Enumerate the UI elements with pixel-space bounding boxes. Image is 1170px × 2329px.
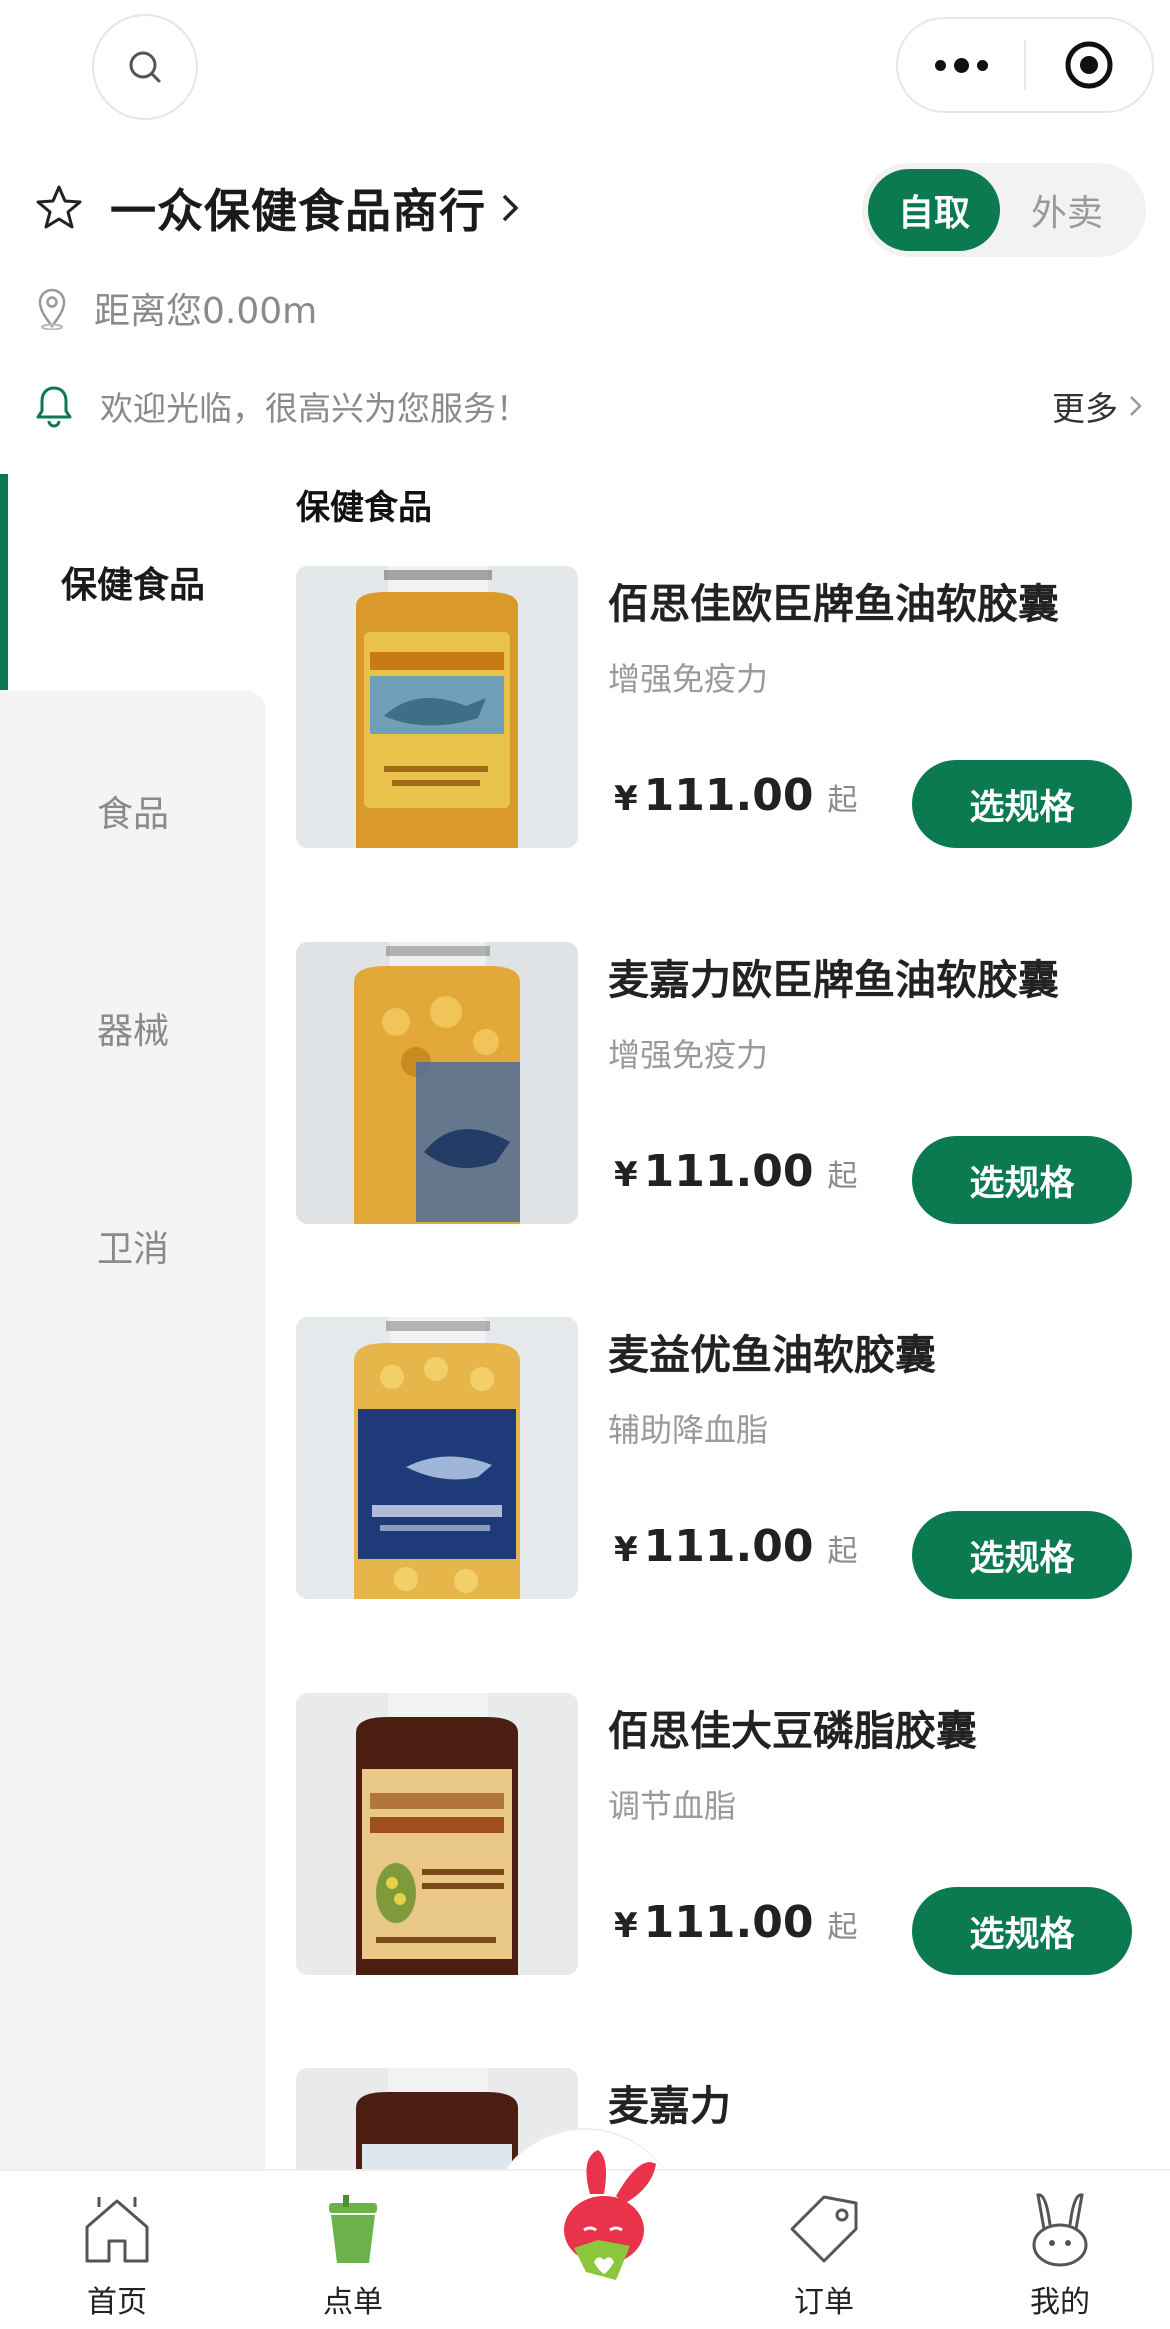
- product-image[interactable]: [296, 942, 578, 1224]
- distance-text: 距离您0.00m: [94, 291, 318, 332]
- price-suffix: 起: [827, 783, 858, 818]
- search-button[interactable]: [92, 14, 198, 120]
- price-amount: 111.00: [643, 1146, 814, 1197]
- fish-oil-bottle-image: [296, 566, 578, 848]
- store-header[interactable]: 一众保健食品商行: [34, 176, 522, 240]
- chevron-right-icon: [502, 194, 519, 222]
- lecithin-bottle-image: [296, 1693, 578, 1975]
- category-title: 保健食品: [296, 487, 432, 528]
- fish-oil-bottle-image: [296, 1317, 578, 1599]
- price-amount: 111.00: [643, 1897, 814, 1948]
- sidebar-item-food[interactable]: 食品: [0, 756, 266, 866]
- sidebar-item-health-food[interactable]: 保健食品: [0, 474, 266, 690]
- notice-text: 欢迎光临，很高兴为您服务！: [100, 389, 529, 428]
- fish-oil-bottle-image: [296, 942, 578, 1224]
- tab-profile[interactable]: 我的: [980, 2171, 1140, 2329]
- product-description: 增强免疫力: [608, 1036, 769, 1074]
- tab-label: 点单: [323, 2285, 383, 2320]
- bunny-icon: [1032, 2193, 1088, 2267]
- price-amount: 111.00: [643, 770, 814, 821]
- sidebar-item-label: 卫消: [96, 1229, 169, 1270]
- product-price: ¥ 111.00 起: [614, 1897, 857, 1948]
- tab-label: 订单: [794, 2285, 854, 2320]
- select-spec-button[interactable]: 选规格: [912, 1511, 1132, 1599]
- sidebar-item-sanitation[interactable]: 卫消: [0, 1191, 266, 1301]
- notice-bar: 欢迎光临，很高兴为您服务！ 更多: [34, 378, 1144, 434]
- tab-order-menu[interactable]: 点单: [273, 2171, 433, 2329]
- cup-icon: [329, 2195, 377, 2263]
- product-name: 麦嘉力欧臣牌鱼油软胶囊: [608, 956, 1059, 1004]
- pickup-delivery-toggle: 自取 外卖: [862, 163, 1146, 257]
- sidebar-item-label: 食品: [96, 794, 169, 835]
- product-price: ¥ 111.00 起: [614, 770, 857, 821]
- close-miniprogram-button[interactable]: [1026, 19, 1152, 111]
- delivery-option[interactable]: 外卖: [1000, 169, 1134, 251]
- target-close-icon: [1065, 41, 1113, 89]
- product-card[interactable]: 佰思佳大豆磷脂胶囊 调节血脂 ¥ 111.00 起 选规格: [296, 1693, 1146, 1975]
- product-price: ¥ 111.00 起: [614, 1521, 857, 1572]
- location-pin-icon: [38, 288, 66, 330]
- chevron-right-icon: [1130, 396, 1142, 416]
- tab-orders[interactable]: 订单: [744, 2171, 904, 2329]
- tab-label: 首页: [87, 2285, 147, 2320]
- price-suffix: 起: [827, 1534, 858, 1569]
- sidebar-item-label: 器械: [96, 1011, 169, 1052]
- distance-row: 距离您0.00m: [34, 280, 317, 336]
- product-image[interactable]: [296, 1693, 578, 1975]
- product-name: 佰思佳欧臣牌鱼油软胶囊: [608, 580, 1059, 628]
- product-description: 增强免疫力: [608, 660, 769, 698]
- product-image[interactable]: [296, 566, 578, 848]
- tab-mascot[interactable]: [520, 2144, 670, 2294]
- price-suffix: 起: [827, 1159, 858, 1194]
- sidebar-item-label: 保健食品: [60, 565, 205, 606]
- sidebar-background: [0, 690, 266, 2169]
- miniprogram-capsule: [896, 17, 1154, 113]
- select-spec-button[interactable]: 选规格: [912, 1887, 1132, 1975]
- product-image[interactable]: [296, 1317, 578, 1599]
- product-description: 调节血脂: [608, 1787, 737, 1825]
- category-sidebar: 保健食品 食品 器械 卫消: [0, 474, 266, 2169]
- tab-label: 我的: [1030, 2285, 1090, 2320]
- more-link[interactable]: 更多: [1052, 382, 1144, 430]
- pickup-option[interactable]: 自取: [868, 169, 1000, 251]
- product-card[interactable]: 佰思佳欧臣牌鱼油软胶囊 增强免疫力 ¥ 111.00 起 选规格: [296, 566, 1146, 848]
- active-indicator: [0, 474, 8, 690]
- product-description: 辅助降血脂: [608, 1411, 769, 1449]
- currency-symbol: ¥: [614, 1906, 638, 1946]
- product-price: ¥ 111.00 起: [614, 1146, 857, 1197]
- star-favorite-icon[interactable]: [34, 183, 84, 233]
- tab-home[interactable]: 首页: [37, 2171, 197, 2329]
- search-icon: [129, 51, 161, 83]
- product-name: 佰思佳大豆磷脂胶囊: [608, 1707, 977, 1755]
- more-menu-button[interactable]: [898, 19, 1024, 111]
- currency-symbol: ¥: [614, 1530, 638, 1570]
- more-label: 更多: [1052, 389, 1118, 428]
- product-name: 麦嘉力: [608, 2082, 731, 2130]
- sidebar-item-equipment[interactable]: 器械: [0, 973, 266, 1083]
- price-amount: 111.00: [643, 1521, 814, 1572]
- select-spec-button[interactable]: 选规格: [912, 760, 1132, 848]
- product-card[interactable]: 麦嘉力: [296, 2068, 1146, 2169]
- home-icon: [85, 2197, 149, 2263]
- store-name: 一众保健食品商行: [110, 184, 486, 238]
- currency-symbol: ¥: [614, 779, 638, 819]
- mascot-icon: [564, 2150, 656, 2280]
- select-spec-button[interactable]: 选规格: [912, 1136, 1132, 1224]
- product-card[interactable]: 麦嘉力欧臣牌鱼油软胶囊 增强免疫力 ¥ 111.00 起 选规格: [296, 942, 1146, 1224]
- more-dots-icon: [934, 57, 988, 73]
- tag-icon: [790, 2195, 858, 2263]
- product-name: 麦益优鱼油软胶囊: [608, 1331, 936, 1379]
- bell-icon: [36, 386, 72, 428]
- product-card[interactable]: 麦益优鱼油软胶囊 辅助降血脂 ¥ 111.00 起 选规格: [296, 1317, 1146, 1599]
- currency-symbol: ¥: [614, 1155, 638, 1195]
- price-suffix: 起: [827, 1910, 858, 1945]
